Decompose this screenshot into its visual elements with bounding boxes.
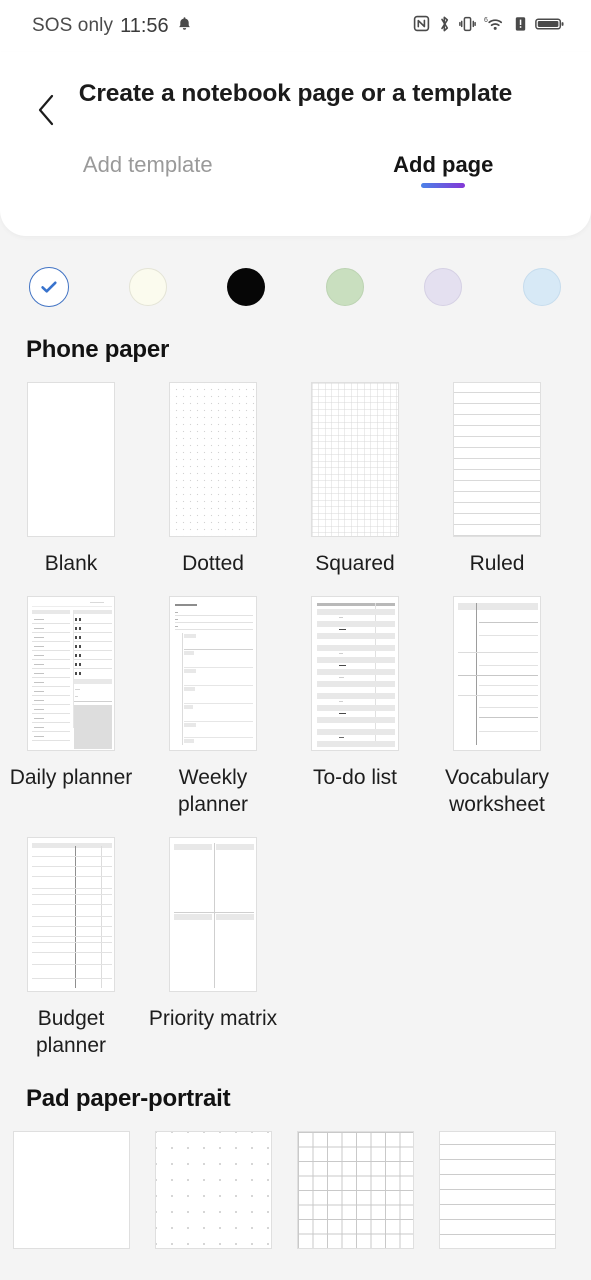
pad-template-card-squared[interactable] <box>284 1131 426 1250</box>
tab-bar: Add template Add page <box>0 152 591 194</box>
color-swatch-cream-circle <box>128 268 167 306</box>
template-card-budget-planner[interactable]: Budget planner <box>0 836 142 1060</box>
template-thumbnail-daily-planner <box>27 595 115 751</box>
template-label-weekly-planner: Weekly planner <box>177 765 249 816</box>
template-label-priority-matrix: Priority matrix <box>148 1006 278 1030</box>
clock-label: 11:56 <box>120 14 169 37</box>
phone-paper-row-3: Budget planner Priority matrix <box>0 819 591 1060</box>
template-card-squared[interactable]: Squared <box>284 382 426 578</box>
pad-paper-row-1 <box>0 1113 591 1250</box>
template-thumbnail-todo-list <box>311 595 399 751</box>
color-swatch-cream[interactable] <box>99 268 198 306</box>
template-label-vocabulary-worksheet: Vocabulary worksheet <box>445 765 549 816</box>
template-thumbnail-ruled <box>453 382 541 537</box>
template-card-weekly-planner[interactable]: Weekly planner <box>142 595 284 819</box>
pad-template-card-blank[interactable] <box>0 1131 142 1250</box>
template-card-daily-planner[interactable]: Daily planner <box>0 595 142 819</box>
color-swatch-white[interactable] <box>0 267 99 307</box>
template-label-squared: Squared <box>315 552 395 575</box>
template-thumbnail-weekly-planner <box>169 595 257 751</box>
template-cell-empty-1 <box>284 837 426 1060</box>
template-thumbnail-priority-matrix <box>169 836 257 992</box>
svg-text:6: 6 <box>484 17 488 24</box>
check-icon <box>41 281 57 293</box>
pad-template-thumbnail-squared <box>296 1131 414 1250</box>
template-label-blank: Blank <box>44 552 98 575</box>
template-card-dotted[interactable]: Dotted <box>142 382 284 578</box>
tab-add-page-label: Add page <box>393 152 494 177</box>
tab-add-page[interactable]: Add page <box>296 152 591 194</box>
color-swatch-black-circle <box>227 268 266 306</box>
template-label-todo-list: To-do list <box>312 765 398 789</box>
phone-paper-row-1: Blank Dotted Squared Ruled <box>0 364 591 578</box>
template-card-priority-matrix[interactable]: Priority matrix <box>142 836 284 1060</box>
content-area: Phone paper Blank Dotted Squared Ruled D… <box>0 236 591 1250</box>
template-thumbnail-squared <box>311 382 399 537</box>
template-thumbnail-budget-planner <box>27 836 115 992</box>
paper-color-swatches <box>0 236 591 314</box>
template-label-ruled: Ruled <box>469 552 525 575</box>
vibrate-icon <box>459 15 476 38</box>
alert-icon <box>514 15 527 38</box>
header-card: Create a notebook page or a template Add… <box>0 52 591 236</box>
wifi-6-icon: 6 <box>484 15 506 38</box>
template-cell-empty-2 <box>426 837 568 1060</box>
status-bar: SOS only 11:56 6 <box>0 0 591 52</box>
template-card-todo-list[interactable]: To-do list <box>284 595 426 819</box>
color-swatch-green[interactable] <box>296 268 395 306</box>
pad-template-card-dotted[interactable] <box>142 1131 284 1250</box>
phone-paper-row-2: Daily planner Weekly planner To-do list … <box>0 578 591 819</box>
tab-active-indicator <box>421 183 466 188</box>
chevron-left-icon <box>35 93 57 132</box>
carrier-label: SOS only <box>32 15 114 36</box>
header-top-row: Create a notebook page or a template <box>0 66 591 134</box>
bell-icon <box>176 15 193 38</box>
template-card-blank[interactable]: Blank <box>0 382 142 578</box>
back-button[interactable] <box>26 90 66 134</box>
color-swatch-blue[interactable] <box>493 268 591 306</box>
template-label-daily-planner: Daily planner <box>9 765 133 789</box>
tab-add-template[interactable]: Add template <box>0 152 296 194</box>
pad-template-card-ruled[interactable] <box>426 1131 568 1250</box>
template-label-dotted: Dotted <box>182 552 244 575</box>
color-swatch-white-circle <box>29 267 70 307</box>
section-title-pad-paper-portrait: Pad paper-portrait <box>26 1085 231 1113</box>
template-card-ruled[interactable]: Ruled <box>426 382 568 578</box>
color-swatch-green-circle <box>325 268 364 306</box>
color-swatch-black[interactable] <box>197 268 296 306</box>
pad-template-thumbnail-ruled <box>438 1131 556 1250</box>
pad-template-thumbnail-blank <box>12 1131 130 1250</box>
color-swatch-lavender[interactable] <box>394 268 493 306</box>
template-label-budget-planner: Budget planner <box>35 1006 107 1057</box>
tab-add-template-label: Add template <box>82 152 213 177</box>
nfc-icon <box>413 15 430 37</box>
template-thumbnail-dotted <box>169 382 257 537</box>
status-bar-right: 6 <box>413 15 565 38</box>
battery-icon <box>535 15 565 38</box>
color-swatch-blue-circle <box>522 268 561 306</box>
pad-template-thumbnail-dotted <box>154 1131 272 1250</box>
template-thumbnail-blank <box>27 382 115 537</box>
status-bar-left: SOS only 11:56 <box>32 15 193 38</box>
template-thumbnail-vocabulary-worksheet <box>453 595 541 751</box>
page-title: Create a notebook page or a template <box>78 80 513 107</box>
template-card-vocabulary-worksheet[interactable]: Vocabulary worksheet <box>426 595 568 819</box>
section-title-phone-paper: Phone paper <box>26 336 170 363</box>
bluetooth-icon <box>438 15 451 38</box>
color-swatch-lavender-circle <box>424 268 463 306</box>
